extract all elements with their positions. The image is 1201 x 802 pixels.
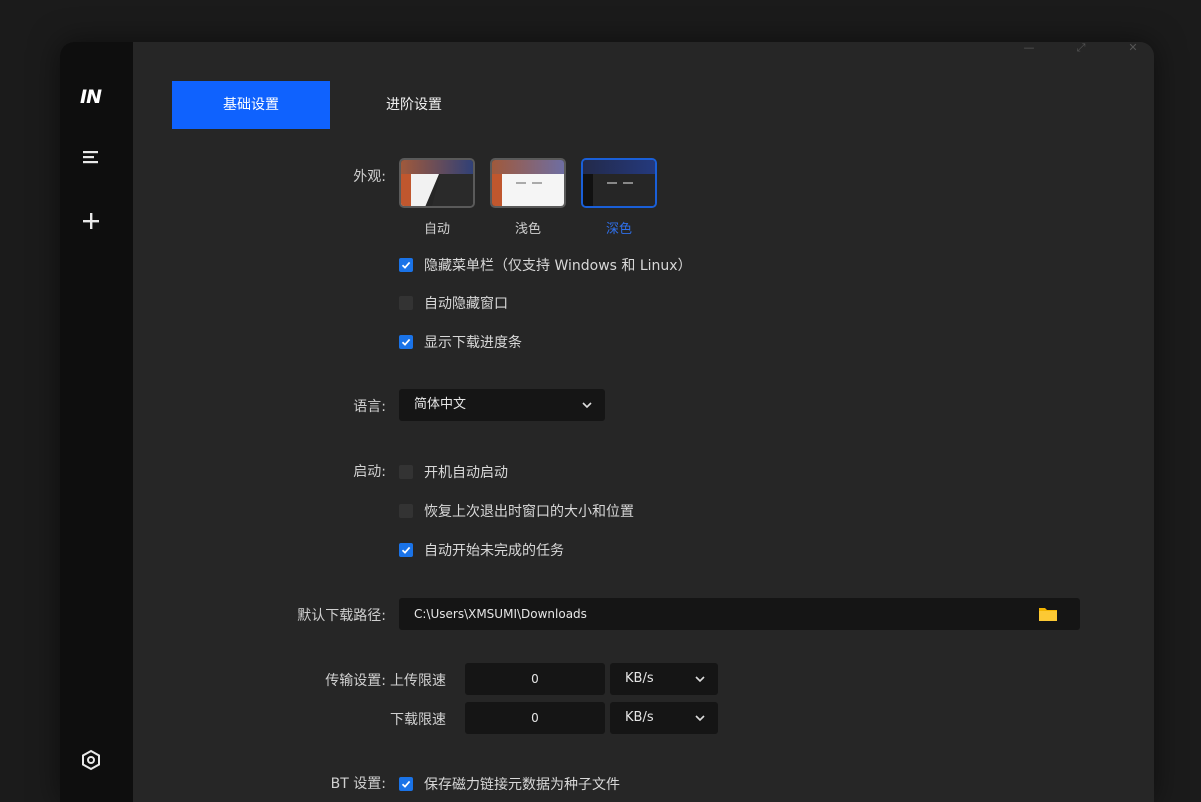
theme-light-label: 浅色: [514, 222, 541, 237]
show-progress-row[interactable]: 显示下载进度条: [399, 332, 522, 352]
download-unit-select[interactable]: KB/s: [610, 702, 718, 734]
chevron-down-icon: [582, 402, 592, 409]
theme-dark-label: 深色: [605, 222, 632, 237]
download-path-value: C:\Users\XMSUMI\Downloads: [414, 607, 587, 621]
language-label: 语言:: [353, 399, 386, 415]
hide-menubar-checkbox[interactable]: [399, 258, 413, 272]
folder-icon[interactable]: [1038, 606, 1058, 622]
restore-window-row[interactable]: 恢复上次退出时窗口的大小和位置: [399, 501, 634, 521]
download-unit-value: KB/s: [625, 710, 654, 725]
auto-hide-window-label: 自动隐藏窗口: [424, 296, 508, 312]
download-path-label: 默认下载路径:: [297, 608, 386, 624]
minimize-icon[interactable]: —: [1022, 42, 1036, 54]
resume-tasks-checkbox[interactable]: [399, 543, 413, 557]
menu-icon[interactable]: [79, 145, 103, 169]
download-limit-label: 下载限速: [390, 712, 446, 728]
language-select[interactable]: 简体中文: [399, 389, 605, 421]
save-magnet-checkbox[interactable]: [399, 777, 413, 791]
app-window: — ⤢ ✕ IN 基础设置 进阶设置 外观: 自动 浅色 深色 隐藏菜单栏（仅支…: [60, 42, 1154, 802]
save-magnet-row[interactable]: 保存磁力链接元数据为种子文件: [399, 774, 620, 794]
transfer-label: 传输设置:: [325, 673, 386, 689]
auto-hide-window-row[interactable]: 自动隐藏窗口: [399, 293, 508, 313]
upload-unit-value: KB/s: [625, 671, 654, 686]
theme-dark-preview: [581, 158, 657, 208]
check-icon: [401, 338, 411, 346]
sidebar: IN: [60, 42, 133, 802]
download-limit-input[interactable]: 0: [465, 702, 605, 734]
upload-limit-label: 上传限速: [390, 673, 446, 689]
hide-menubar-label: 隐藏菜单栏（仅支持 Windows 和 Linux）: [424, 258, 692, 274]
theme-auto-label: 自动: [423, 222, 450, 237]
theme-light-preview: [490, 158, 566, 208]
auto-launch-checkbox[interactable]: [399, 465, 413, 479]
plus-icon[interactable]: [79, 209, 103, 233]
download-path-field[interactable]: C:\Users\XMSUMI\Downloads: [399, 598, 1080, 630]
language-value: 简体中文: [414, 397, 467, 412]
app-logo: IN: [80, 86, 102, 108]
settings-icon[interactable]: [79, 748, 103, 772]
auto-launch-row[interactable]: 开机自动启动: [399, 462, 508, 482]
check-icon: [401, 780, 411, 788]
theme-auto-preview: [399, 158, 475, 208]
startup-label: 启动:: [353, 464, 386, 480]
chevron-down-icon: [695, 676, 705, 683]
save-magnet-label: 保存磁力链接元数据为种子文件: [424, 777, 620, 793]
check-icon: [401, 261, 411, 269]
tab-advanced-settings[interactable]: 进阶设置: [335, 81, 493, 129]
resume-tasks-row[interactable]: 自动开始未完成的任务: [399, 540, 564, 560]
auto-hide-window-checkbox[interactable]: [399, 296, 413, 310]
restore-window-label: 恢复上次退出时窗口的大小和位置: [424, 504, 634, 520]
bt-label: BT 设置:: [330, 776, 386, 792]
theme-auto-option[interactable]: 自动: [399, 158, 475, 237]
check-icon: [401, 546, 411, 554]
chevron-down-icon: [695, 715, 705, 722]
tab-basic-settings[interactable]: 基础设置: [172, 81, 330, 129]
maximize-icon[interactable]: ⤢: [1074, 42, 1088, 54]
restore-window-checkbox[interactable]: [399, 504, 413, 518]
theme-light-option[interactable]: 浅色: [490, 158, 566, 237]
close-icon[interactable]: ✕: [1126, 42, 1140, 54]
auto-launch-label: 开机自动启动: [424, 465, 508, 481]
show-progress-checkbox[interactable]: [399, 335, 413, 349]
window-controls: — ⤢ ✕: [1022, 42, 1140, 54]
hide-menubar-row[interactable]: 隐藏菜单栏（仅支持 Windows 和 Linux）: [399, 255, 692, 275]
theme-dark-option[interactable]: 深色: [581, 158, 657, 237]
show-progress-label: 显示下载进度条: [424, 335, 522, 351]
appearance-label: 外观:: [353, 169, 386, 185]
upload-limit-input[interactable]: 0: [465, 663, 605, 695]
upload-unit-select[interactable]: KB/s: [610, 663, 718, 695]
resume-tasks-label: 自动开始未完成的任务: [424, 543, 564, 559]
